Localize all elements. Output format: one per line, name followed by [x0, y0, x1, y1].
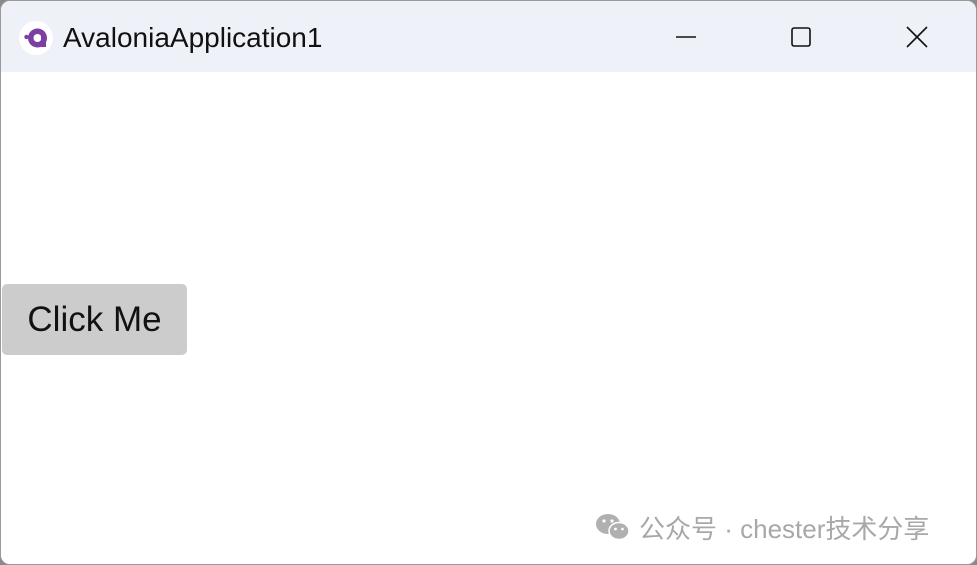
window-title: AvaloniaApplication1	[63, 22, 323, 53]
window-content: Click Me 公众号 · chester技术分享	[1, 72, 976, 564]
avalonia-logo-icon	[19, 21, 53, 55]
minimize-button[interactable]	[628, 1, 743, 72]
watermark-text: 公众号 · chester技术分享	[639, 513, 930, 544]
close-button[interactable]	[858, 1, 976, 72]
maximize-icon	[790, 26, 812, 48]
app-window: AvaloniaApplication1 Click Me 公众号 · ches…	[0, 0, 977, 565]
wechat-icon	[595, 512, 639, 542]
click-me-button[interactable]: Click Me	[2, 284, 187, 355]
close-icon	[906, 25, 928, 48]
minimize-icon	[675, 26, 697, 48]
maximize-button[interactable]	[743, 1, 858, 72]
watermark: 公众号 · chester技术分享	[595, 509, 929, 545]
title-bar[interactable]: AvaloniaApplication1	[1, 1, 976, 72]
